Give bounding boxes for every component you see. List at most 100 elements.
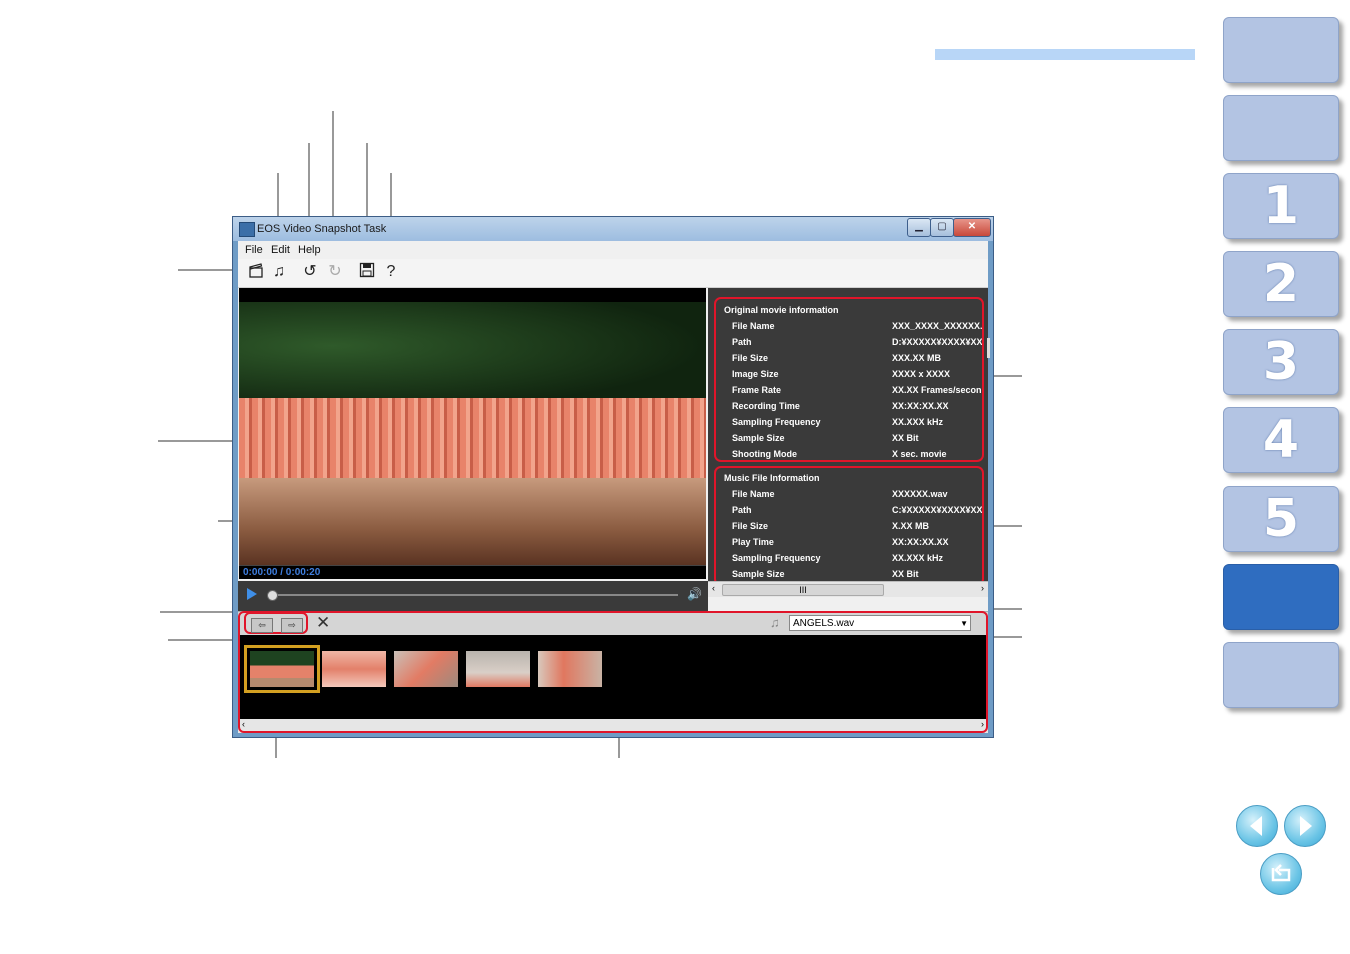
original-movie-info-title: Original movie information [724, 305, 839, 315]
info-label: File Size [732, 521, 769, 531]
nav-tab-label: 5 [1262, 489, 1300, 549]
info-value: C:¥XXXXX¥XXXX¥XXX [892, 505, 982, 515]
chevron-down-icon[interactable]: ▼ [960, 616, 968, 631]
music-note-icon: ♫ [770, 615, 780, 630]
music-file-info-box: Music File Information File Name XXXXXX.w… [714, 466, 984, 586]
seek-slider[interactable] [272, 594, 678, 596]
music-select[interactable]: ANGELS.wav ▼ [789, 615, 971, 631]
nav-tab-label: 4 [1262, 410, 1300, 470]
scroll-left-icon[interactable]: ‹ [712, 583, 715, 593]
nav-tab-label: 1 [1262, 176, 1300, 236]
frames-scroll-left-icon[interactable]: ‹ [242, 719, 245, 729]
music-note-icon[interactable]: ♫ [269, 262, 289, 282]
info-label: Recording Time [732, 401, 800, 411]
playback-bar: 🔊 [238, 581, 708, 611]
info-label: Path [732, 505, 752, 515]
info-value: X.XX MB [892, 521, 930, 531]
info-label: Sample Size [732, 433, 785, 443]
scroll-right-icon[interactable]: › [981, 583, 984, 593]
undo-icon[interactable]: ↺ [300, 262, 320, 282]
video-background [239, 302, 706, 412]
frame-toolbar: ⇦ ⇨ ✕ ♫ ANGELS.wav ▼ [238, 611, 988, 636]
frame-thumbnail[interactable] [322, 651, 386, 687]
movie-icon[interactable] [246, 262, 266, 282]
info-value: XXX_XXXX_XXXXXX.M [892, 321, 982, 331]
info-value: XX.XXX kHz [892, 553, 944, 563]
info-value: D:¥XXXXX¥XXXX¥XXX [892, 337, 982, 347]
maximize-button[interactable]: ▢ [930, 218, 954, 237]
nav-tab[interactable] [1223, 17, 1339, 83]
frame-arrow-group: ⇦ ⇨ [244, 612, 308, 634]
info-value: XXXXXX.wav [892, 489, 948, 499]
help-icon[interactable]: ? [381, 262, 401, 282]
info-vscroll-thumb[interactable] [987, 338, 990, 358]
window-title: EOS Video Snapshot Task [257, 223, 387, 235]
move-right-icon[interactable]: ⇨ [281, 618, 303, 633]
info-label: Play Time [732, 537, 774, 547]
info-value: XXXX x XXXX [892, 369, 951, 379]
save-icon[interactable] [357, 262, 377, 282]
info-value: XX.XX Frames/secon [892, 385, 982, 395]
return-button[interactable] [1260, 853, 1302, 895]
next-page-button[interactable] [1284, 805, 1326, 847]
seek-handle[interactable] [267, 590, 278, 601]
volume-icon[interactable]: 🔊 [687, 587, 702, 601]
frame-thumbnail[interactable] [538, 651, 602, 687]
scroll-thumb[interactable]: III [722, 584, 884, 596]
nav-tab[interactable]: 2 [1223, 251, 1339, 317]
info-label: Sampling Frequency [732, 553, 821, 563]
frames-horizontal-scrollbar[interactable]: ‹ › [238, 719, 988, 733]
info-value: X sec. movie [892, 449, 947, 459]
nav-tab-label: 2 [1262, 254, 1300, 314]
info-label: Shooting Mode [732, 449, 797, 459]
close-button[interactable]: ✕ [953, 218, 991, 237]
menu-file[interactable]: File [245, 244, 263, 256]
app-window: EOS Video Snapshot Task ▁ ▢ ✕ File Edit … [232, 216, 994, 738]
info-value: XX.XXX kHz [892, 417, 944, 427]
video-foreground [239, 478, 706, 565]
info-label: File Name [732, 489, 775, 499]
nav-tab[interactable]: 1 [1223, 173, 1339, 239]
info-label: Sampling Frequency [732, 417, 821, 427]
info-label: File Name [732, 321, 775, 331]
previous-page-button[interactable] [1236, 805, 1278, 847]
menu-help[interactable]: Help [298, 244, 321, 256]
info-label: File Size [732, 353, 769, 363]
info-value: XX Bit [892, 569, 919, 579]
menu-bar: File Edit Help [238, 241, 988, 259]
frame-thumbnail[interactable] [244, 645, 320, 693]
info-value: XX:XX:XX.XX [892, 401, 949, 411]
scroll-grip: III [799, 585, 807, 595]
info-horizontal-scrollbar[interactable]: ‹ III › [708, 581, 988, 597]
info-label: Sample Size [732, 569, 785, 579]
info-value: XX:XX:XX.XX [892, 537, 949, 547]
nav-tab[interactable] [1223, 642, 1339, 708]
delete-frame-icon[interactable]: ✕ [316, 613, 330, 633]
play-icon[interactable] [247, 588, 257, 600]
timecode-display: 0:00:00 / 0:00:20 [239, 565, 706, 579]
frame-thumbnail[interactable] [466, 651, 530, 687]
nav-tab[interactable] [1223, 95, 1339, 161]
redo-icon[interactable]: ↻ [325, 262, 345, 282]
frames-strip [238, 635, 988, 719]
video-preview [239, 288, 706, 565]
minimize-button[interactable]: ▁ [907, 218, 931, 237]
title-bar[interactable]: EOS Video Snapshot Task ▁ ▢ ✕ [233, 217, 993, 241]
music-select-value: ANGELS.wav [793, 618, 855, 629]
nav-tab[interactable]: 3 [1223, 329, 1339, 395]
music-file-info-title: Music File Information [724, 473, 820, 483]
menu-edit[interactable]: Edit [271, 244, 290, 256]
info-label: Image Size [732, 369, 779, 379]
info-label: Path [732, 337, 752, 347]
move-left-icon[interactable]: ⇦ [251, 618, 273, 633]
nav-tab[interactable]: 4 [1223, 407, 1339, 473]
info-label: Frame Rate [732, 385, 782, 395]
info-value: XX Bit [892, 433, 919, 443]
nav-tab[interactable]: 5 [1223, 486, 1339, 552]
frames-scroll-right-icon[interactable]: › [981, 719, 984, 729]
frame-thumbnail[interactable] [394, 651, 458, 687]
nav-tab[interactable] [1223, 564, 1339, 630]
toolbar: ♫ ↺ ↻ ? [238, 259, 988, 288]
nav-tab-label: 3 [1262, 332, 1300, 392]
app-icon [239, 222, 255, 237]
